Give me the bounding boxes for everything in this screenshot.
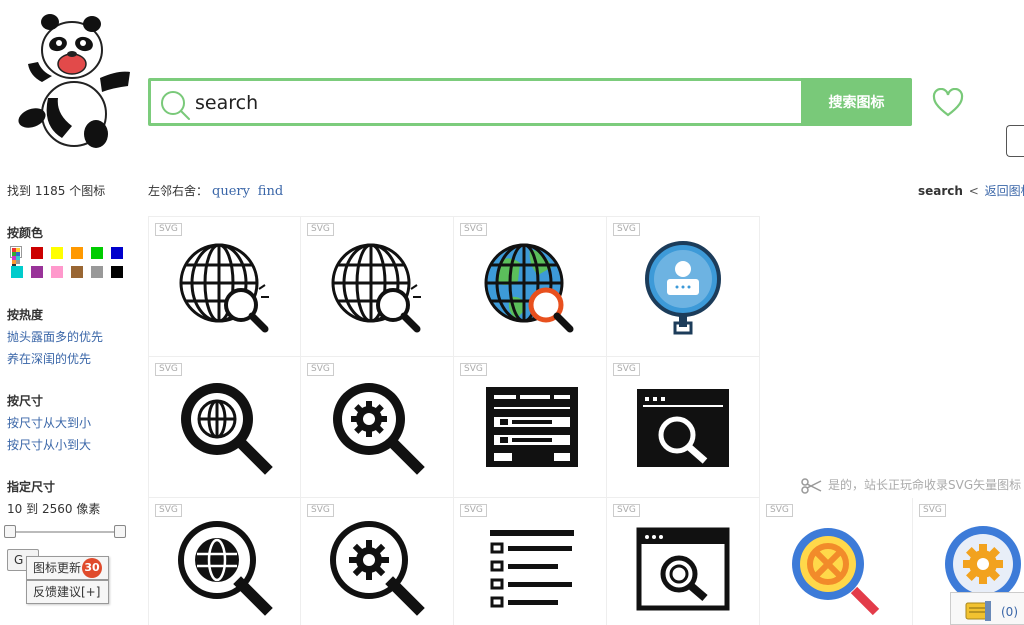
svg-tag: SVG xyxy=(460,223,487,236)
related-terms: 左邻右舍： query find xyxy=(148,182,283,199)
heat-option-popular[interactable]: 抛头露面多的优先 xyxy=(7,328,103,345)
svg-tag: SVG xyxy=(613,504,640,517)
size-range-slider[interactable] xyxy=(4,525,126,538)
icon-card-globe-search-color[interactable]: SVG xyxy=(454,216,607,357)
color-swatch-gray[interactable] xyxy=(91,266,103,278)
updates-count-badge: 30 xyxy=(82,558,102,578)
icon-card-globe-search-2[interactable]: SVG xyxy=(301,216,454,357)
icon-card-list-results[interactable]: SVG xyxy=(454,357,607,498)
user-search-icon xyxy=(645,241,721,335)
web-search-icon xyxy=(178,521,273,616)
related-link-query[interactable]: query xyxy=(212,184,250,199)
slider-handle-min[interactable] xyxy=(4,525,16,538)
icon-card-blocked-search[interactable]: SVG xyxy=(760,498,913,625)
list-results-icon xyxy=(486,387,578,467)
search-input[interactable] xyxy=(195,89,795,117)
svg-tag: SVG xyxy=(460,504,487,517)
svg-tag: SVG xyxy=(613,223,640,236)
result-count-number: 1185 xyxy=(34,184,66,198)
message-count: (0) xyxy=(1001,605,1018,619)
color-swatch-orange[interactable] xyxy=(71,247,83,259)
icon-card-web-search[interactable]: SVG xyxy=(148,357,301,498)
heat-filter-title: 按热度 xyxy=(7,308,44,322)
browser-search-icon xyxy=(636,527,730,611)
color-swatch-green[interactable] xyxy=(91,247,103,259)
size-range-text: 10 到 2560 像素 xyxy=(7,502,101,516)
related-link-find[interactable]: find xyxy=(258,184,283,199)
notice-bar: 是的，站长正玩命收录SVG矢量图标 xyxy=(800,476,1024,494)
result-count: 找到 1185 个图标 xyxy=(7,184,106,198)
color-swatch-purple[interactable] xyxy=(31,266,43,278)
slider-handle-max[interactable] xyxy=(114,525,126,538)
icon-card-web-search-2[interactable]: SVG xyxy=(148,498,301,625)
settings-search-icon xyxy=(333,383,425,475)
color-swatch-all[interactable] xyxy=(10,246,22,268)
breadcrumb-separator: < xyxy=(968,184,979,198)
svg-tag: SVG xyxy=(155,504,182,517)
globe-search-color-icon xyxy=(484,243,574,333)
color-swatch-blue[interactable] xyxy=(111,247,123,259)
color-swatch-yellow[interactable] xyxy=(51,247,63,259)
svg-tag: SVG xyxy=(307,223,334,236)
back-link[interactable]: 返回图标 xyxy=(985,184,1024,198)
settings-search-icon xyxy=(330,521,425,616)
scissors-icon xyxy=(801,477,822,494)
color-swatch-black[interactable] xyxy=(111,266,123,278)
icon-card-user-search[interactable]: SVG xyxy=(607,216,760,357)
message-box[interactable]: (0) xyxy=(950,592,1024,625)
icon-card-settings-search[interactable]: SVG xyxy=(301,357,454,498)
size-option-desc[interactable]: 按尺寸从大到小 xyxy=(7,414,91,431)
icon-card-list[interactable]: SVG xyxy=(454,498,607,625)
size-option-asc[interactable]: 按尺寸从小到大 xyxy=(7,436,91,453)
color-swatch-brown[interactable] xyxy=(71,266,83,278)
svg-tag: SVG xyxy=(460,363,487,376)
svg-tag: SVG xyxy=(919,504,946,517)
icon-card-browser-search[interactable]: SVG xyxy=(607,357,760,498)
search-button[interactable]: 搜索图标 xyxy=(801,78,912,126)
icon-card-settings-search-2[interactable]: SVG xyxy=(301,498,454,625)
svg-tag: SVG xyxy=(613,363,640,376)
size-range-title: 指定尺寸 xyxy=(7,480,56,494)
size-range-from: 10 xyxy=(7,502,23,516)
heart-icon[interactable] xyxy=(932,88,964,118)
svg-tag: SVG xyxy=(155,223,182,236)
blocked-search-icon xyxy=(792,528,880,616)
icon-card-globe-search[interactable]: SVG xyxy=(148,216,301,357)
feedback-button[interactable]: 反馈建议[+] xyxy=(26,580,109,604)
color-swatch-pink[interactable] xyxy=(51,266,63,278)
search-bar: 搜索图标 xyxy=(148,78,912,126)
icon-card-browser-search-2[interactable]: SVG xyxy=(607,498,760,625)
heat-option-rare[interactable]: 养在深闺的优先 xyxy=(7,350,91,367)
svg-tag: SVG xyxy=(155,363,182,376)
search-icon xyxy=(161,91,190,120)
color-swatch-red[interactable] xyxy=(31,247,43,259)
related-label: 左邻右舍： xyxy=(148,184,209,198)
size-range-to: 2560 xyxy=(41,502,73,516)
browser-search-icon xyxy=(637,389,729,467)
list-icon xyxy=(490,530,574,608)
globe-search-icon xyxy=(179,243,269,333)
breadcrumb-current: search xyxy=(918,184,963,198)
breadcrumb: search < 返回图标 xyxy=(918,182,1024,199)
globe-search-icon xyxy=(331,243,421,333)
notice-text: 是的，站长正玩命收录SVG矢量图标 xyxy=(828,478,1022,492)
web-search-icon xyxy=(181,383,273,475)
color-filter-title: 按颜色 xyxy=(7,226,44,240)
icon-grid: SVG SVG SVG SVG SVG SVG SVG SVG SVG SVG … xyxy=(148,216,1024,625)
svg-tag: SVG xyxy=(307,504,334,517)
svg-tag: SVG xyxy=(766,504,793,517)
mail-icon xyxy=(965,601,991,621)
svg-tag: SVG xyxy=(307,363,334,376)
panda-logo xyxy=(18,14,130,148)
color-swatch-cyan[interactable] xyxy=(11,266,23,278)
size-filter-title: 按尺寸 xyxy=(7,394,44,408)
user-box[interactable] xyxy=(1006,125,1024,157)
